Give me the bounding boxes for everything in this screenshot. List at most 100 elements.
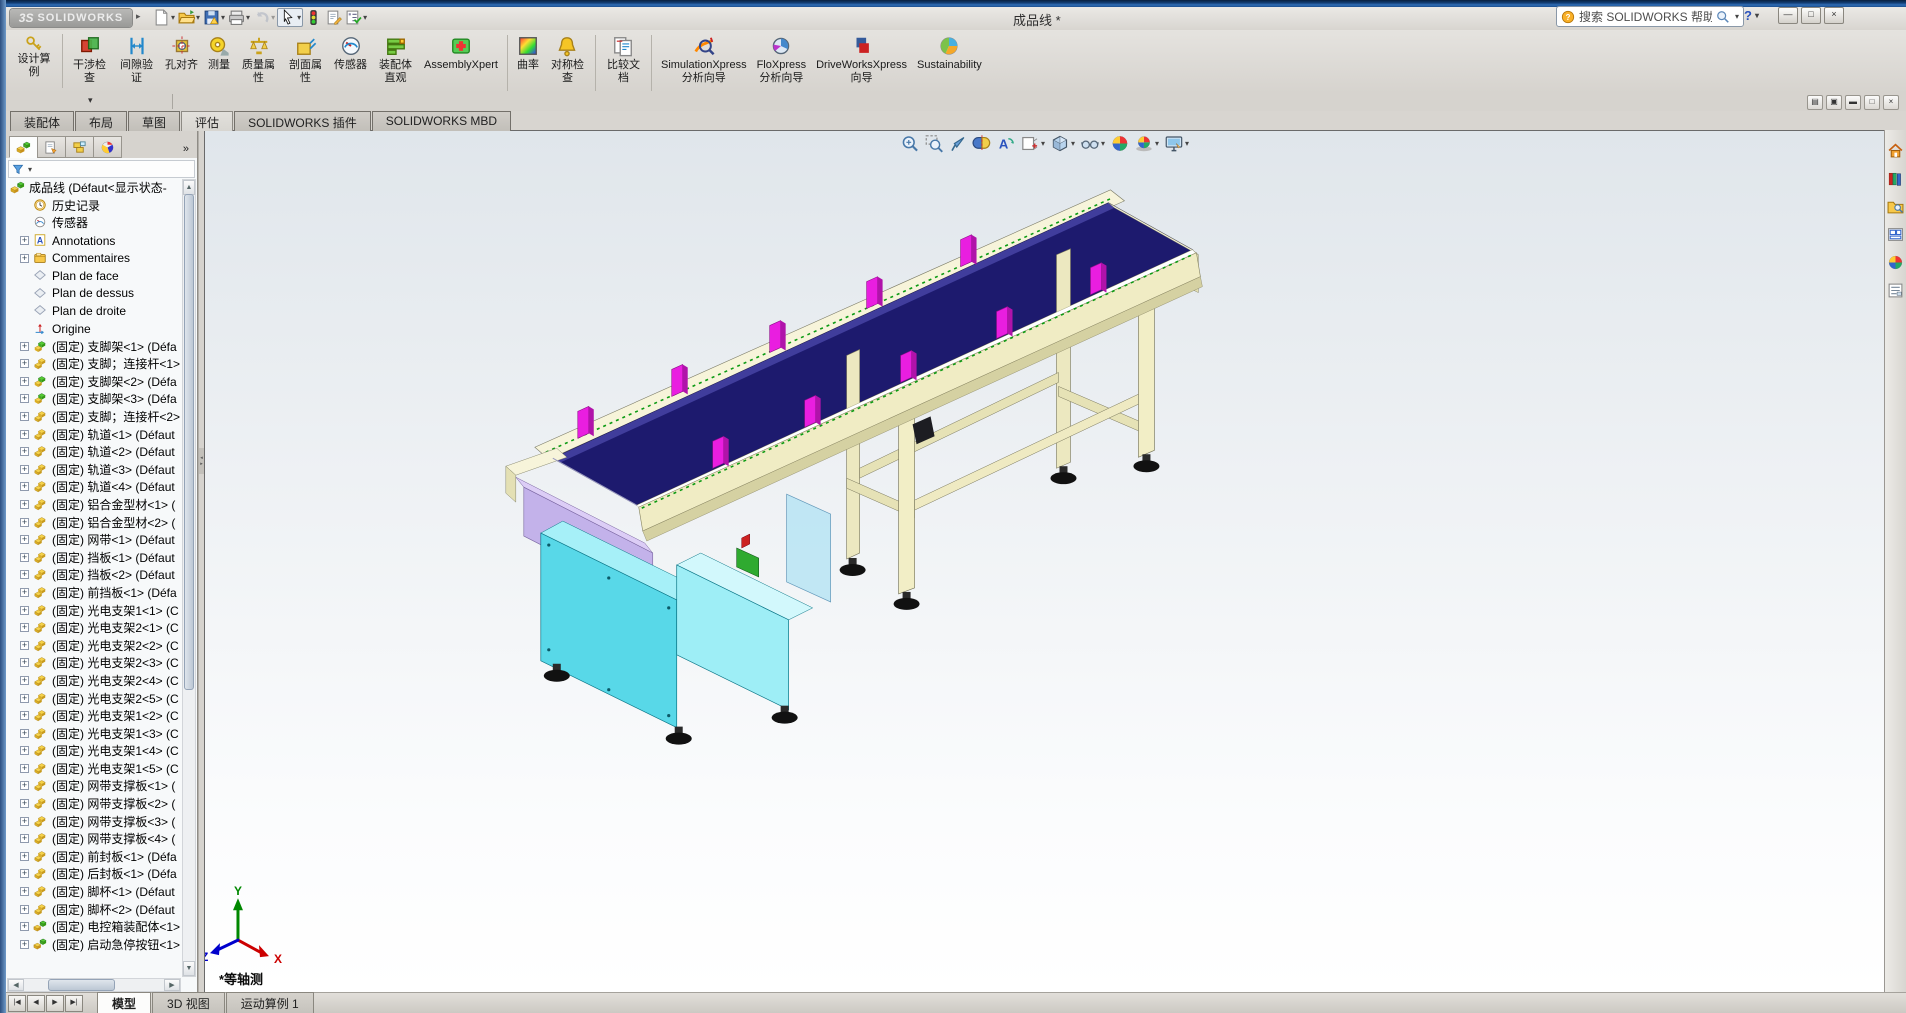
expand-toggle[interactable]: + (20, 816, 29, 826)
dropdown-arrow[interactable]: ▾ (246, 13, 250, 22)
tree-item[interactable]: + (固定) 光电支架2<1> (C (8, 619, 181, 637)
expand-toggle[interactable]: + (20, 376, 29, 386)
tree-item[interactable]: + (固定) 轨道<4> (Défaut (8, 478, 181, 496)
close-button[interactable]: × (1824, 7, 1844, 24)
custom-properties-tab[interactable] (1887, 282, 1905, 300)
ribbon-overflow-arrow[interactable]: ▾ (88, 95, 93, 106)
tree-item[interactable]: + (固定) 光电支架2<4> (C (8, 672, 181, 690)
ribbon-tool-compare-documents[interactable]: 比较文档 (600, 33, 647, 87)
propertymanager-tab[interactable] (37, 136, 66, 158)
ribbon-tool-measure[interactable]: 测量 (203, 33, 235, 74)
expand-toggle[interactable]: + (20, 447, 29, 457)
scroll-up-arrow[interactable]: ▲ (183, 180, 195, 195)
ribbon-tool-hole-alignment[interactable]: 孔对齐 (160, 33, 203, 74)
scroll-thumb[interactable] (48, 979, 116, 991)
tree-item[interactable]: + (固定) 脚杯<2> (Défaut (8, 900, 181, 918)
expand-toggle[interactable]: + (20, 359, 29, 369)
tree-item[interactable]: + (固定) 铝合金型材<2> ( (8, 513, 181, 531)
tree-item[interactable]: + (固定) 电控箱装配体<1> (8, 918, 181, 936)
tree-item[interactable]: + (固定) 脚杯<1> (Défaut (8, 883, 181, 901)
ribbon-tool-interference-detection[interactable]: 干涉检查 (66, 33, 113, 87)
undo-button[interactable]: ▾ (252, 9, 276, 26)
dropdown-arrow[interactable]: ▾ (171, 13, 175, 22)
expand-toggle[interactable]: + (20, 570, 29, 580)
expand-toggle[interactable]: + (20, 746, 29, 756)
tree-item[interactable]: Plan de dessus (8, 285, 181, 303)
previous-view-button[interactable] (948, 134, 967, 153)
configurationmanager-tab[interactable] (65, 136, 94, 158)
rebuild-traffic-light-button[interactable] (304, 9, 323, 26)
expand-toggle[interactable]: + (20, 693, 29, 703)
appearances-tab[interactable] (1887, 254, 1905, 272)
tab-SOLIDWORKS MBD[interactable]: SOLIDWORKS MBD (371, 111, 512, 131)
expand-toggle[interactable]: + (20, 711, 29, 721)
scroll-left-arrow[interactable]: ◀ (8, 979, 24, 991)
mdi-close-button[interactable]: × (1883, 95, 1899, 110)
tab-nav-button[interactable]: ▶| (65, 995, 83, 1012)
tree-vertical-scrollbar[interactable]: ▲ ▼ (182, 179, 196, 977)
expand-toggle[interactable]: + (20, 517, 29, 527)
open-folder-button[interactable]: ▾ (177, 9, 201, 26)
mdi-restore-button[interactable]: □ (1864, 95, 1880, 110)
tab-草图[interactable]: 草图 (128, 111, 181, 131)
tree-item[interactable]: + (固定) 网带支撑板<3> ( (8, 812, 181, 830)
expand-toggle[interactable]: + (20, 939, 29, 949)
displaymanager-tab[interactable] (93, 136, 122, 158)
expand-toggle[interactable]: + (20, 623, 29, 633)
ribbon-tool-sustainability[interactable]: Sustainability (912, 33, 987, 74)
minimize-button[interactable]: — (1778, 7, 1798, 24)
tree-item[interactable]: Plan de face (8, 267, 181, 285)
ribbon-tool-mass-properties[interactable]: 质量属性 (235, 33, 282, 87)
expand-toggle[interactable]: + (20, 675, 29, 685)
mdi-tile-button[interactable]: ▣ (1826, 95, 1842, 110)
dropdown-arrow[interactable]: ▾ (1101, 139, 1105, 148)
expand-toggle[interactable]: + (20, 605, 29, 615)
tab-运动算例 1[interactable]: 运动算例 1 (225, 992, 314, 1013)
tree-horizontal-scrollbar[interactable]: ◀ ▶ (7, 978, 181, 992)
tab-nav-button[interactable]: |◀ (8, 995, 26, 1012)
menu-expand-arrow[interactable]: ▸ (136, 11, 141, 22)
select-arrow-button[interactable]: ▾ (277, 8, 304, 27)
tab-SOLIDWORKS 插件[interactable]: SOLIDWORKS 插件 (234, 111, 371, 131)
scroll-down-arrow[interactable]: ▼ (183, 961, 195, 976)
tree-item[interactable]: + (固定) 轨道<3> (Défaut (8, 461, 181, 479)
tree-item[interactable]: + (固定) 前挡板<1> (Défa (8, 584, 181, 602)
file-explorer-tab[interactable] (1887, 198, 1905, 216)
expand-toggle[interactable]: + (20, 499, 29, 509)
mdi-minimize-button[interactable]: ▬ (1845, 95, 1861, 110)
tree-item[interactable]: + (固定) 光电支架2<5> (C (8, 689, 181, 707)
dropdown-arrow[interactable]: ▾ (1041, 139, 1045, 148)
tab-布局[interactable]: 布局 (75, 111, 128, 131)
tree-item[interactable]: + (固定) 支脚架<2> (Défa (8, 373, 181, 391)
dropdown-arrow[interactable]: ▾ (221, 13, 225, 22)
tab-nav-button[interactable]: ◀ (27, 995, 45, 1012)
edit-appearance-button[interactable] (1110, 134, 1129, 153)
tree-item[interactable]: + (固定) 轨道<2> (Défaut (8, 443, 181, 461)
tab-装配体[interactable]: 装配体 (10, 111, 75, 131)
hide-show-items-button[interactable]: ▾ (1080, 134, 1105, 153)
search-box[interactable]: ? 搜索 SOLIDWORKS 帮助 ▾ (1556, 6, 1744, 27)
tree-item[interactable]: + (固定) 光电支架2<2> (C (8, 636, 181, 654)
search-dropdown-arrow[interactable]: ▾ (1735, 12, 1739, 21)
options-list-button[interactable]: ▾ (344, 9, 368, 26)
expand-toggle[interactable]: + (20, 587, 29, 597)
tree-item[interactable]: + (固定) 支脚；连接杆<2> (8, 408, 181, 426)
section-view-button[interactable] (972, 134, 991, 153)
tree-item[interactable]: + (固定) 挡板<2> (Défaut (8, 566, 181, 584)
expand-toggle[interactable]: + (20, 781, 29, 791)
expand-toggle[interactable]: + (20, 799, 29, 809)
ribbon-tool-curvature[interactable]: 曲率 (512, 33, 544, 74)
filter-dropdown-arrow[interactable]: ▾ (28, 165, 32, 174)
expand-toggle[interactable]: + (20, 236, 29, 246)
tree-item[interactable]: + (固定) 后封板<1> (Défa (8, 865, 181, 883)
graphics-viewport[interactable]: Y X Z A ▾ ▾ ▾ ▾ ▾ *等轴测 (204, 130, 1884, 993)
expand-toggle[interactable]: + (20, 904, 29, 914)
expand-toggle[interactable]: + (20, 922, 29, 932)
ribbon-tool-sensor[interactable]: 传感器 (329, 33, 372, 74)
search-input[interactable]: 搜索 SOLIDWORKS 帮助 (1579, 8, 1712, 25)
dropdown-arrow[interactable]: ▾ (297, 13, 301, 22)
file-properties-button[interactable] (324, 9, 343, 26)
scroll-right-arrow[interactable]: ▶ (164, 979, 180, 991)
dropdown-arrow[interactable]: ▾ (1155, 139, 1159, 148)
tree-item[interactable]: + A Annotations (8, 232, 181, 250)
